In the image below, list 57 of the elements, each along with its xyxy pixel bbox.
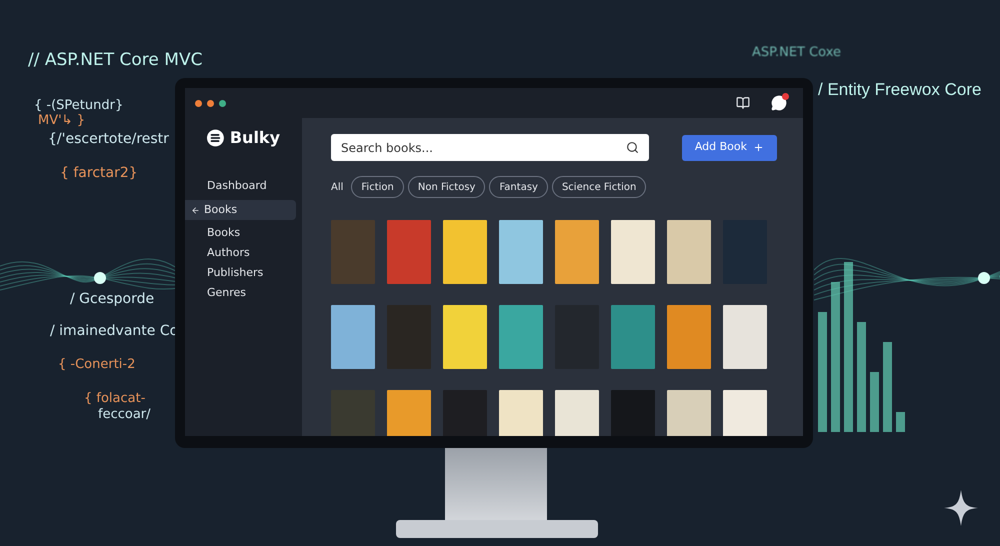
code-text: feccoar/ bbox=[98, 406, 151, 424]
filter-chip[interactable]: Fiction bbox=[351, 176, 404, 198]
nav-item[interactable]: Books bbox=[185, 223, 302, 243]
code-text: MV'↳ } bbox=[38, 112, 85, 130]
search-input[interactable]: Search books... bbox=[341, 138, 626, 156]
code-text: ASP.NET Coxe bbox=[752, 44, 842, 62]
book-cover[interactable] bbox=[555, 390, 599, 436]
search-icon bbox=[626, 141, 639, 154]
book-cover[interactable] bbox=[331, 220, 375, 284]
nav-item[interactable]: Authors bbox=[185, 243, 302, 263]
book-cover[interactable] bbox=[443, 220, 487, 284]
plus-icon bbox=[753, 142, 764, 153]
filter-chip[interactable]: Fantasy bbox=[489, 176, 548, 198]
book-cover[interactable] bbox=[499, 305, 543, 369]
filter-chip[interactable]: Science Fiction bbox=[552, 176, 646, 198]
code-text: // ASP.NET Core MVC bbox=[28, 49, 202, 72]
code-text: { -Conerti-2 bbox=[58, 356, 136, 374]
filter-chip[interactable]: All bbox=[331, 176, 348, 198]
book-cover[interactable] bbox=[387, 305, 431, 369]
book-cover[interactable] bbox=[667, 305, 711, 369]
book-cover[interactable] bbox=[499, 390, 543, 436]
book-cover[interactable] bbox=[331, 305, 375, 369]
search-field[interactable]: Search books... bbox=[331, 134, 649, 161]
brand-name: Bulky bbox=[230, 127, 280, 149]
code-text: { folacat- bbox=[84, 390, 146, 408]
book-cover[interactable] bbox=[443, 390, 487, 436]
code-text: { -(SPetundr} bbox=[34, 97, 124, 114]
book-cover[interactable] bbox=[611, 305, 655, 369]
book-cover[interactable] bbox=[387, 220, 431, 284]
code-text: / Gcesporde bbox=[70, 290, 154, 309]
nav-item[interactable]: Dashboard bbox=[185, 176, 302, 196]
code-text: { farctar2} bbox=[60, 164, 138, 183]
add-book-button[interactable]: Add Book bbox=[682, 134, 777, 160]
logo-icon bbox=[207, 127, 224, 149]
chart-bar bbox=[870, 372, 879, 432]
nav-item[interactable]: Genres bbox=[185, 283, 302, 303]
nav-item[interactable]: Books bbox=[185, 200, 296, 220]
chat-icon[interactable] bbox=[771, 95, 787, 111]
code-text: / Entity Freewox Core bbox=[818, 79, 982, 101]
book-icon[interactable] bbox=[736, 96, 750, 110]
book-cover[interactable] bbox=[667, 220, 711, 284]
sparkle-icon bbox=[944, 490, 978, 526]
book-cover[interactable] bbox=[723, 305, 767, 369]
code-text: {/'escertote/restr bbox=[48, 130, 169, 149]
book-cover[interactable] bbox=[611, 220, 655, 284]
book-cover[interactable] bbox=[331, 390, 375, 436]
book-cover[interactable] bbox=[443, 305, 487, 369]
filter-chip[interactable]: Non Fictosy bbox=[408, 176, 486, 198]
chart-bar bbox=[896, 412, 905, 432]
book-cover[interactable] bbox=[499, 220, 543, 284]
book-cover[interactable] bbox=[723, 390, 767, 436]
book-cover[interactable] bbox=[387, 390, 431, 436]
nav-item[interactable]: Publishers bbox=[185, 263, 302, 283]
arrow-left-icon bbox=[191, 206, 200, 214]
book-cover[interactable] bbox=[667, 390, 711, 436]
book-cover[interactable] bbox=[611, 390, 655, 436]
book-cover[interactable] bbox=[555, 220, 599, 284]
